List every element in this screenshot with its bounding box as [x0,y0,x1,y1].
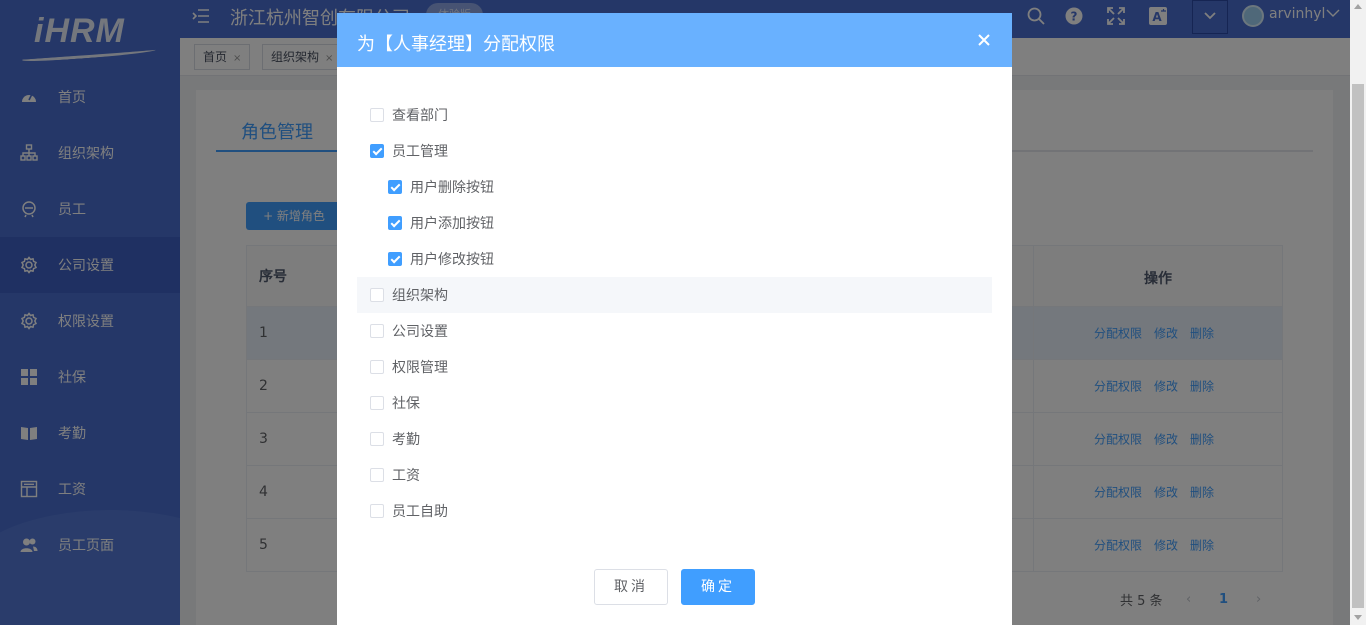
tree-node[interactable]: 员工管理 [357,133,992,169]
checkbox[interactable] [370,324,384,338]
checkbox[interactable] [370,396,384,410]
tree-node-label: 员工自助 [392,504,448,520]
tree-node[interactable]: 员工自助 [357,493,992,529]
checkbox-checked[interactable] [388,252,402,266]
tree-node[interactable]: 考勤 [357,421,992,457]
dialog-footer: 取消 确定 [594,569,755,605]
dialog-header: 为【人事经理】分配权限 [337,13,1012,67]
scrollbar-thumb[interactable] [1352,84,1364,608]
cancel-button[interactable]: 取消 [594,569,668,605]
tree-node[interactable]: 工资 [357,457,992,493]
tree-node-label: 权限管理 [392,360,448,376]
permission-tree: 查看部门 员工管理 用户删除按钮 用户添加按钮 用户修改按钮 组织架构 公司设置 [357,97,992,529]
checkbox[interactable] [370,468,384,482]
tree-node-label: 组织架构 [392,288,448,304]
tree-node-label: 用户添加按钮 [410,216,494,232]
page-scrollbar[interactable] [1350,0,1366,625]
tree-node[interactable]: 组织架构 [357,277,992,313]
tree-node-label: 用户删除按钮 [410,180,494,196]
checkbox-checked[interactable] [388,216,402,230]
confirm-button[interactable]: 确定 [681,569,755,605]
checkbox[interactable] [370,360,384,374]
checkbox-checked[interactable] [370,144,384,158]
tree-node-label: 工资 [392,468,420,484]
assign-permission-dialog: 为【人事经理】分配权限 查看部门 员工管理 用户删除按钮 用户添加按钮 用户修改… [337,13,1012,625]
checkbox[interactable] [370,504,384,518]
tree-node-label: 员工管理 [392,144,448,160]
tree-node[interactable]: 公司设置 [357,313,992,349]
tree-node-label: 社保 [392,396,420,412]
tree-node-label: 用户修改按钮 [410,252,494,268]
checkbox[interactable] [370,108,384,122]
tree-node-label: 考勤 [392,432,420,448]
checkbox[interactable] [370,288,384,302]
dialog-title: 为【人事经理】分配权限 [357,34,555,55]
checkbox-checked[interactable] [388,180,402,194]
tree-node-label: 查看部门 [392,108,448,124]
checkbox[interactable] [370,432,384,446]
tree-node[interactable]: 用户删除按钮 [357,169,992,205]
scroll-down-arrow-icon[interactable] [1354,615,1362,620]
close-icon[interactable] [977,33,991,47]
tree-node[interactable]: 查看部门 [357,97,992,133]
tree-node[interactable]: 社保 [357,385,992,421]
tree-node[interactable]: 用户添加按钮 [357,205,992,241]
tree-node-label: 公司设置 [392,324,448,340]
scroll-up-arrow-icon[interactable] [1354,4,1362,9]
tree-node[interactable]: 权限管理 [357,349,992,385]
tree-node[interactable]: 用户修改按钮 [357,241,992,277]
